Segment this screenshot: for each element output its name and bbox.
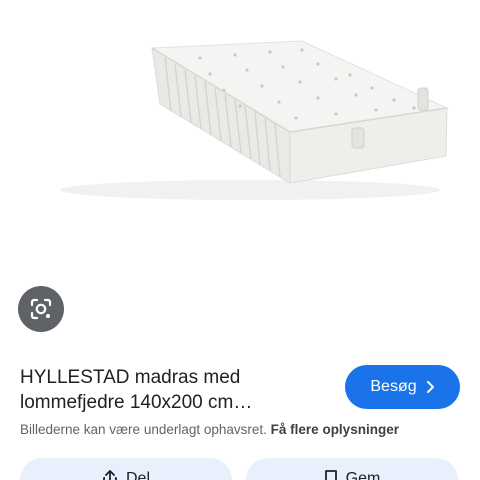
mattress-image [60, 40, 449, 200]
product-image[interactable] [0, 0, 480, 270]
share-button[interactable]: Del [20, 458, 232, 480]
copyright-disclaimer: Billederne kan være underlagt ophavsret.… [20, 421, 470, 439]
save-button-label: Gem [345, 470, 381, 480]
visit-button-label: Besøg [370, 378, 417, 395]
product-title-line-1: HYLLESTAD madras med [20, 367, 241, 388]
share-button-label: Del [125, 470, 150, 480]
lens-button[interactable] [18, 286, 64, 332]
more-info-link[interactable]: Få flere oplysninger [271, 422, 399, 437]
chevron-right-icon [426, 381, 434, 393]
disclaimer-text: Billederne kan være underlagt ophavsret. [20, 422, 267, 437]
visit-button[interactable]: Besøg [345, 365, 460, 409]
product-title[interactable]: HYLLESTAD madras med lommefjedre 140x200… [20, 365, 320, 415]
bookmark-icon [324, 470, 337, 480]
save-button[interactable]: Gem [246, 458, 458, 480]
product-title-line-2: lommefjedre 140x200 cm… [20, 392, 253, 413]
lens-camera-icon [30, 298, 52, 320]
share-icon [103, 470, 117, 480]
